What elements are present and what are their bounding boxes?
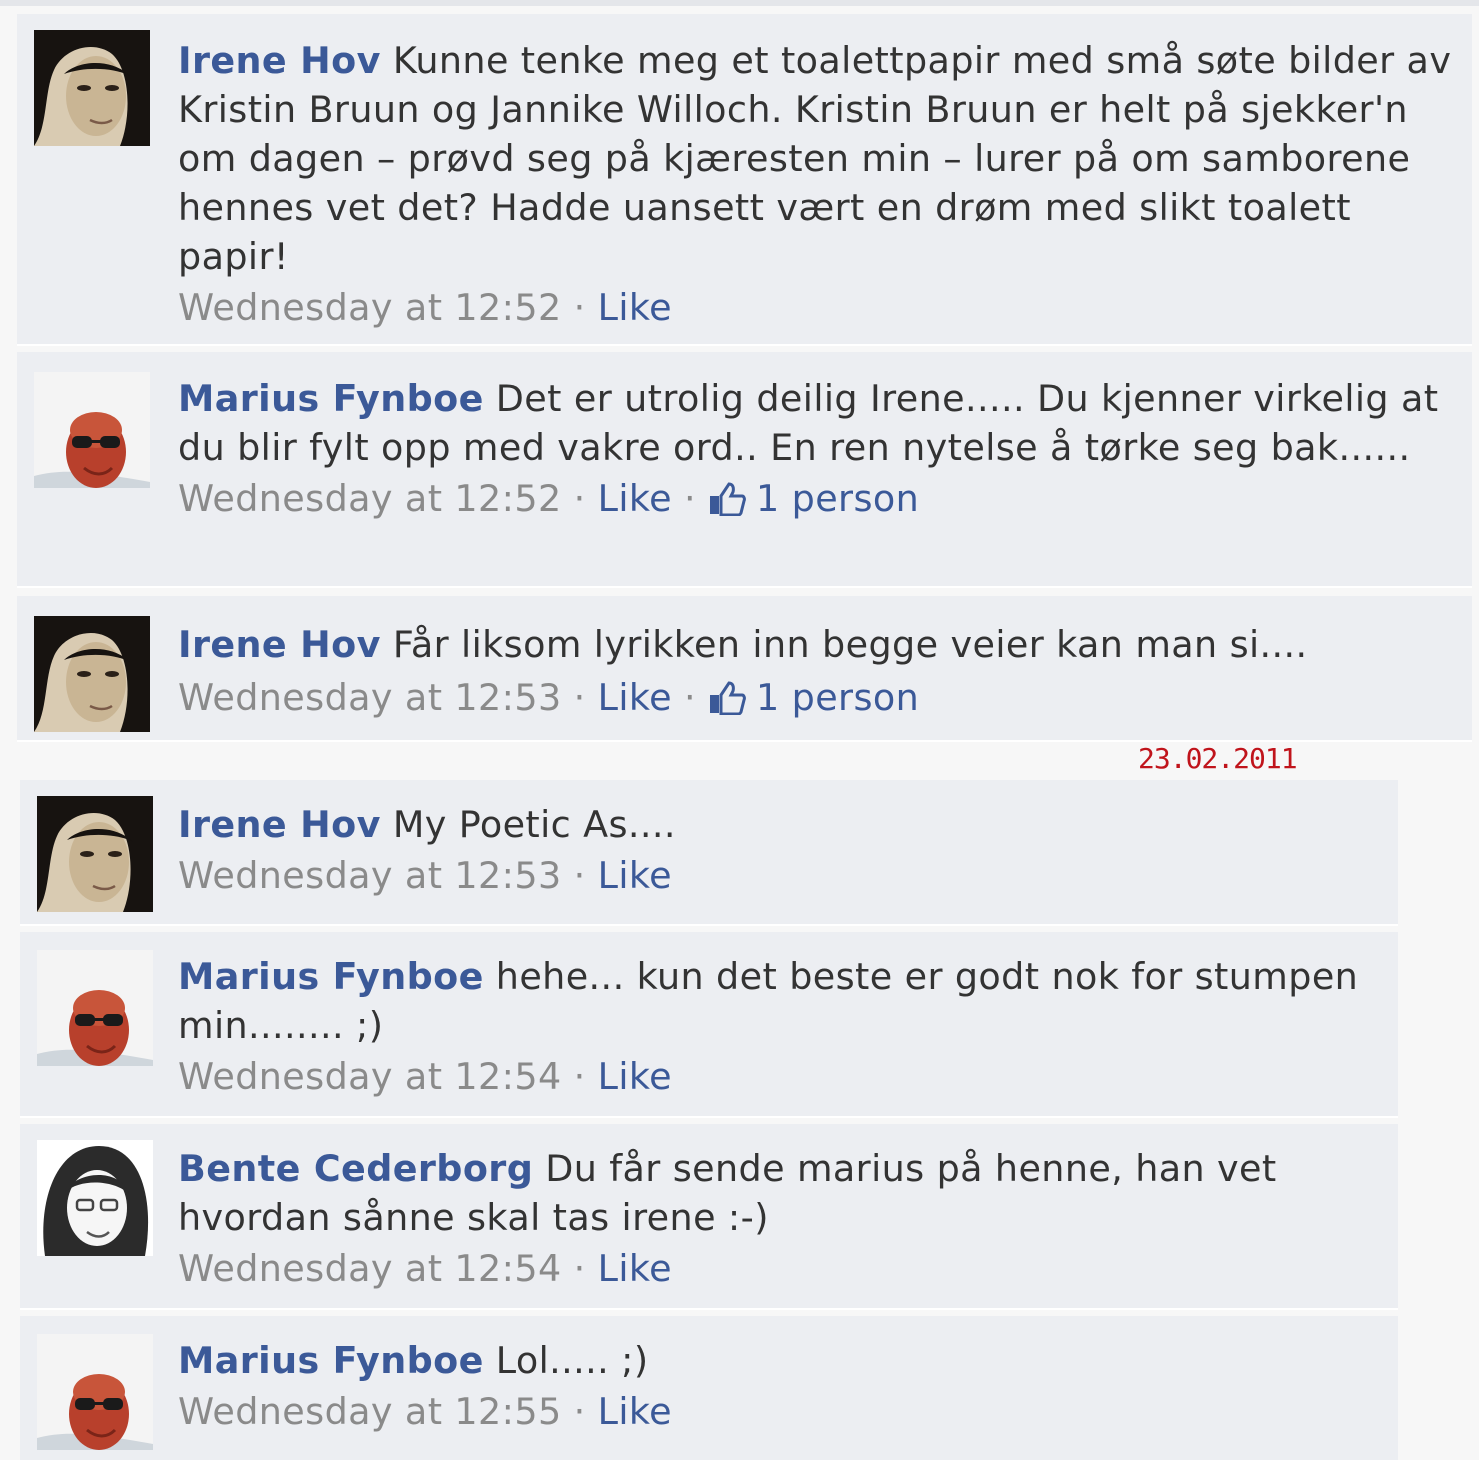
comment-meta: Wednesday at 12:53 · Like — [178, 851, 1378, 901]
comment-timestamp[interactable]: Wednesday at 12:52 — [178, 283, 562, 333]
comment-text: Irene Hov Får liksom lyrikken inn begge … — [178, 620, 1452, 669]
like-link[interactable]: Like — [598, 673, 672, 723]
like-link[interactable]: Like — [598, 851, 672, 901]
like-link[interactable]: Like — [598, 1052, 672, 1102]
comment-text: Marius Fynboe Lol..... ;) — [178, 1336, 1378, 1385]
meta-separator: · — [573, 286, 586, 329]
woman-dark-hair-avatar-icon — [37, 796, 153, 912]
like-link[interactable]: Like — [598, 1244, 672, 1294]
comment-timestamp[interactable]: Wednesday at 12:55 — [178, 1387, 562, 1437]
likes-count-link[interactable]: 1 person — [708, 474, 919, 524]
likes-count: 1 person — [756, 477, 920, 520]
comment-body: My Poetic As.... — [392, 803, 676, 846]
comment-meta: Wednesday at 12:54 · Like — [178, 1052, 1378, 1102]
avatar[interactable] — [34, 616, 150, 732]
meta-separator: · — [573, 854, 586, 897]
man-sunglasses-avatar-icon — [37, 950, 153, 1066]
woman-dark-hair-avatar-icon — [34, 616, 150, 732]
comment-meta: Wednesday at 12:53 · Like · 1 person — [178, 673, 1452, 723]
man-sunglasses-avatar-icon — [37, 1334, 153, 1450]
woman-curly-hair-avatar-icon — [37, 1140, 153, 1256]
comment-timestamp[interactable]: Wednesday at 12:53 — [178, 673, 562, 723]
comment-meta: Wednesday at 12:54 · Like — [178, 1244, 1378, 1294]
woman-dark-hair-avatar-icon — [34, 30, 150, 146]
comment-body: Får liksom lyrikken inn begge veier kan … — [392, 623, 1308, 666]
comment-author-link[interactable]: Irene Hov — [178, 39, 381, 82]
avatar[interactable] — [37, 950, 153, 1066]
comment-author-link[interactable]: Marius Fynboe — [178, 1339, 484, 1382]
meta-separator: · — [573, 676, 586, 719]
date-stamp: 23.02.2011 — [1138, 742, 1298, 775]
comment-meta: Wednesday at 12:52 · Like · 1 person — [178, 474, 1452, 524]
meta-separator: · — [683, 477, 696, 520]
avatar[interactable] — [34, 372, 150, 488]
like-link[interactable]: Like — [598, 474, 672, 524]
likes-count: 1 person — [756, 676, 920, 719]
comment-text: Marius Fynboe Det er utrolig deilig Iren… — [178, 374, 1452, 472]
avatar[interactable] — [37, 796, 153, 912]
comment-text: Marius Fynboe hehe... kun det beste er g… — [178, 952, 1378, 1050]
comment-author-link[interactable]: Irene Hov — [178, 623, 381, 666]
comment-timestamp[interactable]: Wednesday at 12:52 — [178, 474, 562, 524]
comment-item: Irene Hov My Poetic As.... Wednesday at … — [20, 780, 1398, 926]
avatar[interactable] — [37, 1334, 153, 1450]
comment-item: Marius Fynboe hehe... kun det beste er g… — [20, 932, 1398, 1118]
comment-text: Irene Hov My Poetic As.... — [178, 800, 1378, 849]
comment-timestamp[interactable]: Wednesday at 12:54 — [178, 1052, 562, 1102]
meta-separator: · — [573, 1390, 586, 1433]
comment-body: Lol..... ;) — [495, 1339, 649, 1382]
avatar[interactable] — [34, 30, 150, 146]
comment-author-link[interactable]: Marius Fynboe — [178, 955, 484, 998]
comment-author-link[interactable]: Bente Cederborg — [178, 1147, 533, 1190]
man-sunglasses-avatar-icon — [34, 372, 150, 488]
comment-meta: Wednesday at 12:52 · Like — [178, 283, 1452, 333]
thumbs-up-icon — [710, 482, 746, 516]
top-divider — [0, 0, 1479, 6]
meta-separator: · — [573, 1055, 586, 1098]
meta-separator: · — [683, 676, 696, 719]
thumbs-up-icon — [710, 681, 746, 715]
comment-item: Marius Fynboe Lol..... ;) Wednesday at 1… — [20, 1316, 1398, 1460]
avatar[interactable] — [37, 1140, 153, 1256]
like-link[interactable]: Like — [598, 1387, 672, 1437]
comment-item: Irene Hov Får liksom lyrikken inn begge … — [17, 596, 1472, 742]
comment-item: Irene Hov Kunne tenke meg et toalettpapi… — [17, 14, 1472, 346]
comment-text: Irene Hov Kunne tenke meg et toalettpapi… — [178, 36, 1452, 281]
comment-author-link[interactable]: Irene Hov — [178, 803, 381, 846]
comment-text: Bente Cederborg Du får sende marius på h… — [178, 1144, 1378, 1242]
comment-item: Marius Fynboe Det er utrolig deilig Iren… — [17, 352, 1472, 588]
meta-separator: · — [573, 1247, 586, 1290]
comment-meta: Wednesday at 12:55 · Like — [178, 1387, 1378, 1437]
comment-timestamp[interactable]: Wednesday at 12:53 — [178, 851, 562, 901]
likes-count-link[interactable]: 1 person — [708, 673, 919, 723]
comment-author-link[interactable]: Marius Fynboe — [178, 377, 484, 420]
comment-timestamp[interactable]: Wednesday at 12:54 — [178, 1244, 562, 1294]
comment-thread: Irene Hov Kunne tenke meg et toalettpapi… — [0, 0, 1479, 1460]
like-link[interactable]: Like — [598, 283, 672, 333]
comment-item: Bente Cederborg Du får sende marius på h… — [20, 1124, 1398, 1310]
meta-separator: · — [573, 477, 586, 520]
